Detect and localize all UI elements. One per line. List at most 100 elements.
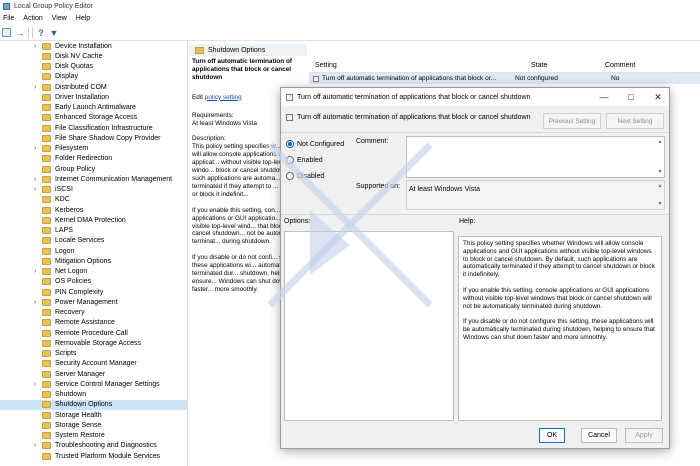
tree-item[interactable]: Security Account Manager (0, 359, 187, 369)
chevron-right-icon[interactable]: › (34, 381, 40, 388)
divider (281, 214, 669, 215)
tree-item[interactable]: › Power Management (0, 297, 187, 307)
tree-item[interactable]: Mitigation Options (0, 256, 187, 266)
supported-scrollbar[interactable]: ▲ ▼ (656, 181, 664, 209)
column-comment[interactable]: Comment (569, 62, 700, 69)
chevron-right-icon[interactable]: › (34, 176, 40, 183)
tree-item[interactable]: › Filesystem (0, 144, 187, 154)
folder-icon (42, 186, 51, 194)
tree-item[interactable]: › Distributed COM (0, 82, 187, 92)
tree-item[interactable]: Storage Sense (0, 420, 187, 430)
tree-item[interactable]: Server Manager (0, 369, 187, 379)
app-icon (3, 2, 10, 10)
tree-item-label: LAPS (55, 227, 73, 235)
radio-enabled[interactable]: Enabled (286, 156, 323, 164)
policy-icon (286, 113, 293, 121)
chevron-right-icon[interactable]: › (34, 299, 40, 306)
comment-scrollbar[interactable]: ▲ ▼ (656, 137, 664, 177)
tree-item[interactable]: OS Policies (0, 277, 187, 287)
tree-item[interactable]: Disk NV Cache (0, 51, 187, 61)
chevron-right-icon[interactable]: › (34, 442, 40, 449)
properties-icon[interactable] (2, 28, 11, 37)
tree-item-label: Kernel DMA Protection (55, 216, 126, 224)
folder-icon (42, 124, 51, 132)
tree-item[interactable]: File Share Shadow Copy Provider (0, 133, 187, 143)
folder-header: Shutdown Options (189, 44, 307, 56)
tree-item[interactable]: Storage Health (0, 410, 187, 420)
tree-item[interactable]: Disk Quotas (0, 62, 187, 72)
list-header: Setting State Comment (309, 59, 700, 73)
tree-item[interactable]: Logon (0, 246, 187, 256)
ok-button[interactable]: OK (539, 428, 565, 443)
apply-button[interactable]: Apply (625, 428, 663, 443)
tree-item[interactable]: Remote Procedure Call (0, 328, 187, 338)
chevron-right-icon[interactable]: › (34, 84, 40, 91)
tree-item[interactable]: Group Policy (0, 164, 187, 174)
tree-item[interactable]: Kerberos (0, 205, 187, 215)
filter-icon[interactable]: ▼ (49, 28, 59, 38)
comment-textarea[interactable]: ▲ ▼ (406, 136, 665, 178)
tree-item[interactable]: Display (0, 72, 187, 82)
tree-item[interactable]: Kernel DMA Protection (0, 215, 187, 225)
folder-icon (42, 206, 51, 214)
tree-item-label: Filesystem (55, 145, 89, 153)
tree-item[interactable]: File Classification Infrastructure (0, 123, 187, 133)
forward-arrow-icon[interactable]: → (15, 28, 25, 38)
tree-item-label: Service Control Manager Settings (55, 380, 160, 388)
chevron-right-icon[interactable]: › (34, 268, 40, 275)
tree-item[interactable]: Remote Assistance (0, 318, 187, 328)
menu-view[interactable]: View (52, 15, 67, 22)
cancel-button[interactable]: Cancel (581, 428, 617, 443)
menu-file[interactable]: File (3, 15, 14, 22)
column-state[interactable]: State (509, 62, 569, 69)
tree-item[interactable]: Trusted Platform Module Services (0, 451, 187, 461)
tree-item[interactable]: › Troubleshooting and Diagnostics (0, 441, 187, 451)
tree-item-label: Shutdown Options (55, 401, 113, 409)
tree-item[interactable]: System Restore (0, 431, 187, 441)
close-icon[interactable]: ✕ (651, 91, 665, 103)
tree-item[interactable]: Shutdown (0, 390, 187, 400)
radio-disabled[interactable]: Disabled (286, 172, 324, 180)
chevron-right-icon[interactable]: › (34, 186, 40, 193)
maximize-icon[interactable]: □ (624, 91, 638, 103)
tree-item[interactable]: Early Launch Antimalware (0, 103, 187, 113)
edit-policy-link[interactable]: policy setting (205, 94, 242, 101)
column-setting[interactable]: Setting (309, 62, 509, 69)
folder-icon (42, 63, 51, 71)
policy-icon (286, 93, 293, 101)
folder-icon (195, 46, 204, 54)
tree-item[interactable]: Removable Storage Access (0, 338, 187, 348)
help-icon[interactable]: ? (36, 28, 46, 38)
tree-item[interactable]: › Net Logon (0, 267, 187, 277)
tree-item[interactable]: KDC (0, 195, 187, 205)
radio-not-configured[interactable]: Not Configured (286, 140, 344, 148)
tree-item[interactable]: Enhanced Storage Access (0, 113, 187, 123)
supported-on-field: At least Windows Vista ▲ ▼ (406, 180, 665, 210)
chevron-right-icon[interactable]: › (34, 43, 40, 50)
dialog-title: Turn off automatic termination of applic… (297, 93, 531, 101)
tree-item[interactable]: PIN Complexity (0, 287, 187, 297)
comment-label: Comment: (356, 138, 389, 145)
tree-item[interactable]: › Service Control Manager Settings (0, 379, 187, 389)
tree-item[interactable]: Locale Services (0, 236, 187, 246)
folder-icon (42, 288, 51, 296)
menu-action[interactable]: Action (23, 15, 42, 22)
tree-item[interactable]: Recovery (0, 308, 187, 318)
chevron-right-icon[interactable]: › (34, 145, 40, 152)
next-setting-button[interactable]: Next Setting (606, 113, 664, 129)
tree-item[interactable]: LAPS (0, 226, 187, 236)
table-row[interactable]: Turn off automatic termination of applic… (309, 73, 700, 84)
previous-setting-button[interactable]: Previous Setting (543, 113, 601, 129)
tree-item[interactable]: › iSCSI (0, 185, 187, 195)
tree-item[interactable]: › Internet Communication Management (0, 174, 187, 184)
tree-item[interactable]: Folder Redirection (0, 154, 187, 164)
tree-item[interactable]: Driver Installation (0, 92, 187, 102)
help-text: This policy setting specifies whether Wi… (463, 240, 655, 350)
policy-icon (313, 75, 319, 82)
tree-item[interactable]: Scripts (0, 349, 187, 359)
tree-item-label: Remote Procedure Call (55, 329, 128, 337)
tree-item[interactable]: › Device Installation (0, 41, 187, 51)
minimize-icon[interactable]: — (597, 91, 611, 103)
menu-help[interactable]: Help (76, 15, 90, 22)
tree-item[interactable]: Shutdown Options (0, 399, 187, 410)
